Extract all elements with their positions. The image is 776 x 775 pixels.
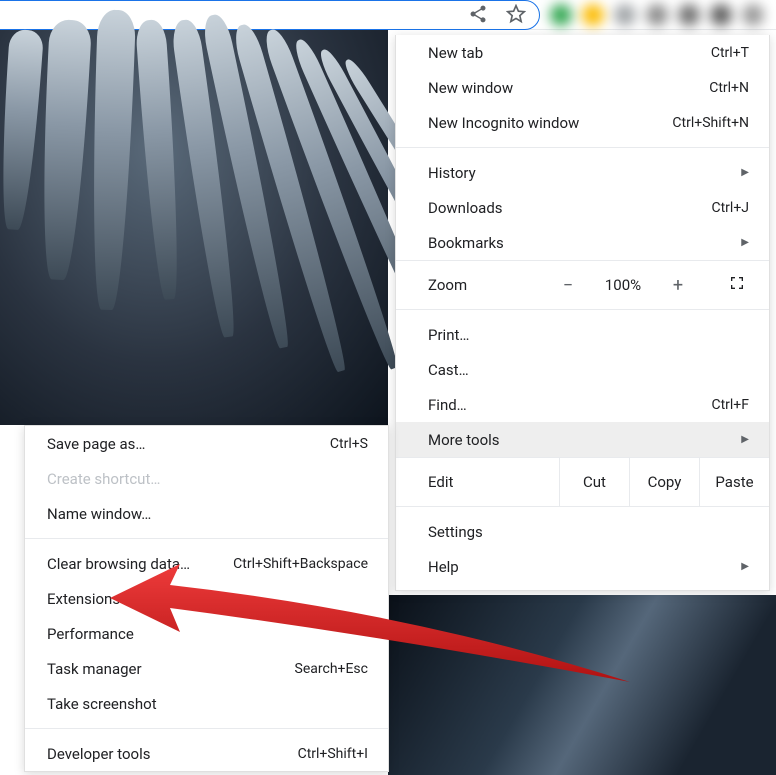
menu-new-incognito[interactable]: New Incognito window Ctrl+Shift+N [396,105,769,140]
menu-label: Find… [428,396,467,414]
submenu-label: Save page as… [47,435,145,453]
edit-label: Edit [396,473,559,491]
chevron-right-icon: ▶ [741,237,749,248]
menu-label: Cast… [428,361,469,379]
submenu-label: Take screenshot [47,695,157,713]
menu-label: Help [428,558,459,576]
menu-print[interactable]: Print… [396,317,769,352]
submenu-create-shortcut: Create shortcut… [25,461,388,496]
menu-label: New tab [428,44,483,62]
menu-zoom-row: Zoom − 100% + [396,260,769,310]
menu-help[interactable]: Help ▶ [396,549,769,584]
zoom-out-button[interactable]: − [543,275,593,296]
paste-button[interactable]: Paste [699,458,769,506]
menu-new-window[interactable]: New window Ctrl+N [396,70,769,105]
menu-shortcut: Ctrl+T [711,45,749,61]
chevron-right-icon: ▶ [741,561,749,572]
menu-cast[interactable]: Cast… [396,352,769,387]
menu-separator [396,147,769,148]
menu-shortcut: Ctrl+N [709,80,749,96]
submenu-label: Task manager [47,660,142,678]
submenu-label: Extensions [47,590,120,608]
cut-button[interactable]: Cut [559,458,629,506]
menu-shortcut: Ctrl+F [711,397,749,413]
menu-settings[interactable]: Settings [396,514,769,549]
submenu-extensions[interactable]: Extensions [25,581,388,616]
menu-edit-row: Edit Cut Copy Paste [396,457,769,507]
menu-find[interactable]: Find… Ctrl+F [396,387,769,422]
zoom-in-button[interactable]: + [653,275,703,296]
menu-label: History [428,164,476,182]
star-icon[interactable] [506,4,526,28]
background-image-upper [0,30,388,425]
submenu-label: Developer tools [47,745,150,763]
submenu-name-window[interactable]: Name window… [25,496,388,531]
submenu-separator [25,728,388,729]
menu-more-tools[interactable]: More tools ▶ [396,422,769,457]
submenu-separator [25,538,388,539]
menu-shortcut: Ctrl+Shift+N [672,115,749,131]
menu-label: Print… [428,326,469,344]
menu-shortcut: Ctrl+J [711,200,749,216]
menu-history[interactable]: History ▶ [396,155,769,190]
chrome-main-menu: New tab Ctrl+T New window Ctrl+N New Inc… [395,35,770,591]
submenu-task-manager[interactable]: Task manager Search+Esc [25,651,388,686]
submenu-shortcut: Ctrl+S [330,436,368,452]
submenu-label: Name window… [47,505,151,523]
submenu-label: Create shortcut… [47,470,160,488]
menu-label: Bookmarks [428,234,504,252]
submenu-clear-browsing-data[interactable]: Clear browsing data… Ctrl+Shift+Backspac… [25,546,388,581]
chevron-right-icon: ▶ [741,434,749,445]
background-image-lower [388,595,776,775]
menu-label: Settings [428,523,483,541]
submenu-label: Clear browsing data… [47,555,190,573]
menu-downloads[interactable]: Downloads Ctrl+J [396,190,769,225]
submenu-shortcut: Ctrl+Shift+Backspace [233,556,368,572]
submenu-take-screenshot[interactable]: Take screenshot [25,686,388,721]
submenu-performance[interactable]: Performance [25,616,388,651]
menu-label: Downloads [428,199,503,217]
profile-extensions-area [550,0,770,30]
menu-bookmarks[interactable]: Bookmarks ▶ [396,225,769,260]
share-icon[interactable] [468,4,488,28]
zoom-label: Zoom [428,276,543,294]
copy-button[interactable]: Copy [629,458,699,506]
submenu-shortcut: Ctrl+Shift+I [298,746,368,762]
fullscreen-icon[interactable] [729,275,745,295]
submenu-developer-tools[interactable]: Developer tools Ctrl+Shift+I [25,736,388,771]
more-tools-submenu: Save page as… Ctrl+S Create shortcut… Na… [24,425,389,772]
menu-label: New Incognito window [428,114,579,132]
submenu-shortcut: Search+Esc [295,661,368,677]
menu-new-tab[interactable]: New tab Ctrl+T [396,35,769,70]
zoom-value: 100% [593,276,653,294]
chevron-right-icon: ▶ [741,167,749,178]
menu-label: New window [428,79,513,97]
submenu-save-page[interactable]: Save page as… Ctrl+S [25,426,388,461]
submenu-label: Performance [47,625,134,643]
menu-label: More tools [428,431,500,449]
